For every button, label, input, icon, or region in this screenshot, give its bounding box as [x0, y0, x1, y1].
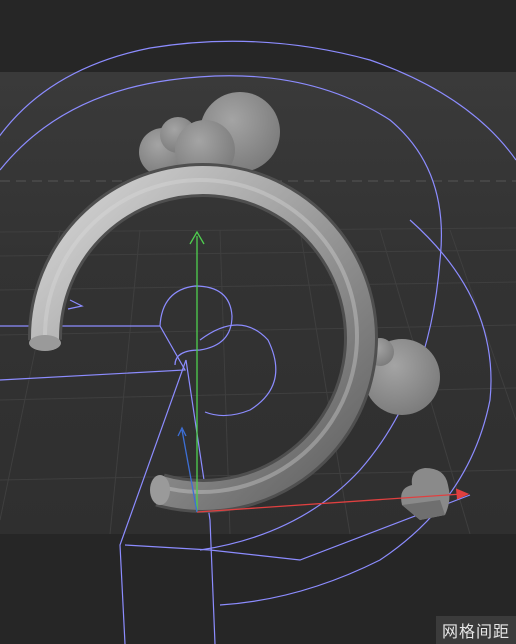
3d-viewport[interactable]: 网格间距: [0, 0, 516, 644]
torus-arc-object: [27, 162, 378, 513]
grid-spacing-label: 网格间距: [435, 616, 516, 644]
scene-canvas[interactable]: [0, 0, 516, 644]
heart-object: [401, 468, 450, 520]
